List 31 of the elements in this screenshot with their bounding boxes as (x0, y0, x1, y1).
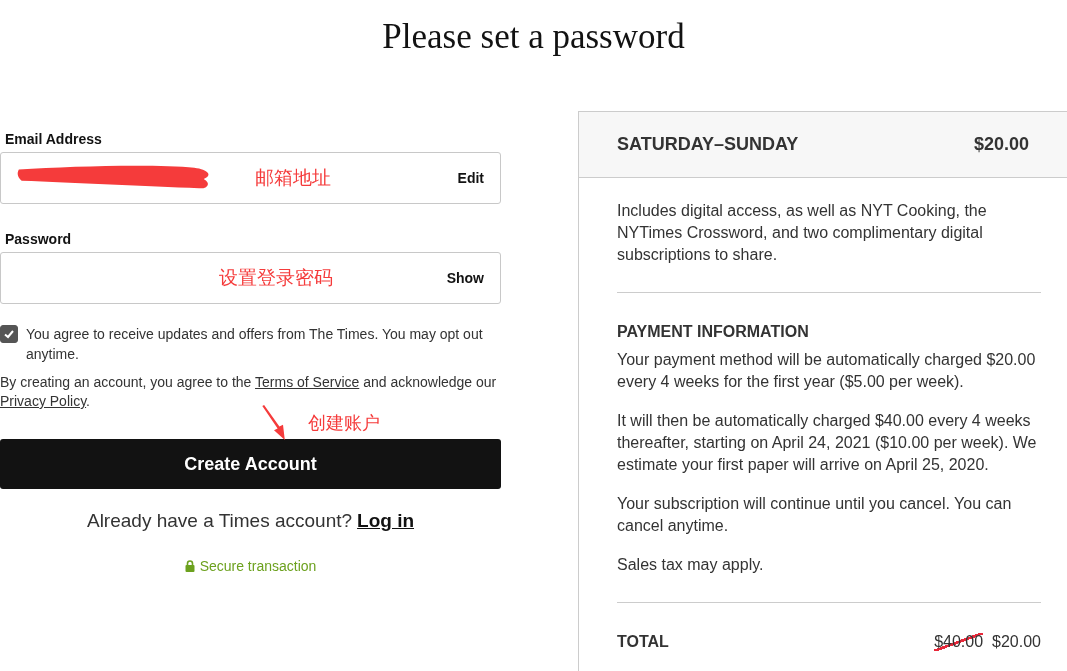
section-heading: PAYMENT INFORMATION (617, 323, 810, 341)
arrow-drawing (260, 405, 288, 441)
legal-text: By creating an account, you agree to the Terms of Service and acknowledge our Privacy Policy. (0, 373, 498, 411)
plan-price: $20.00 (973, 134, 1029, 155)
total-price: $20.00 (992, 633, 1041, 651)
plan-description: Includes digital access, as well as NYT Cooking, the NYTimes Crossword, and two complimentary digital subscriptions to share. (617, 201, 988, 265)
login-link[interactable]: Log in (357, 510, 415, 531)
annotation-text: 邮箱地址 (255, 165, 331, 190)
payment-text: Your subscription will continue until you cancel. You can cancel anytime. (617, 494, 1013, 536)
annotation-text: 创建账户 (308, 411, 380, 435)
check-icon (3, 328, 15, 340)
checkbox-label: You agree to receive updates and offers from The Times. You may opt out anytime. (26, 325, 484, 364)
field-label: Email Address (5, 131, 103, 147)
edit-button[interactable]: Edit (457, 170, 484, 186)
legal-link[interactable]: Terms of Service (255, 374, 360, 390)
annotation-text: 设置登录密码 (219, 265, 333, 290)
payment-text: Your payment method will be automatically charged $20.00 every 4 weeks for the first year ($5.00 per week). (617, 350, 1037, 392)
login-prompt: Already have a Times account? (86, 510, 353, 531)
total-label: TOTAL (617, 633, 669, 651)
email-field[interactable]: 邮箱地址 Edit (0, 152, 501, 204)
plan-name: SATURDAY–SUNDAY (617, 134, 799, 155)
secure-label: Secure transaction (199, 558, 317, 574)
page-title: Please set a password (381, 17, 686, 57)
field-label: Password (5, 231, 73, 247)
payment-text: Sales tax may apply. (617, 555, 765, 575)
lock-icon (184, 560, 195, 572)
payment-text: It will then be automatically charged $40.00 every 4 weeks thereafter, starting on April 24, 2021 ($10.00 per week). We estimate your first paper will arrive on April 25, 2020. (617, 411, 1038, 475)
password-field[interactable]: 设置登录密码 Show (0, 252, 501, 304)
checkbox[interactable] (0, 325, 18, 343)
show-button[interactable]: Show (446, 270, 484, 286)
create-account-button[interactable]: Create Account (0, 439, 501, 489)
